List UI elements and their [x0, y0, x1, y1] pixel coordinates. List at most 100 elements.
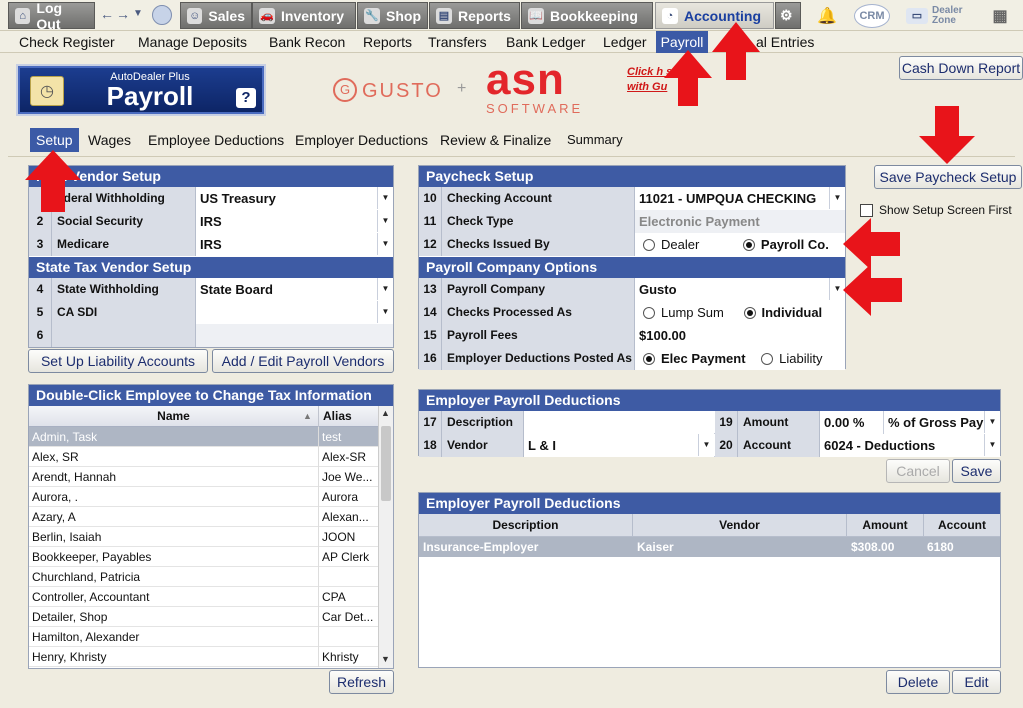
- payroll-vendors-button[interactable]: Add / Edit Payroll Vendors: [212, 349, 394, 373]
- save-paycheck-setup-button[interactable]: Save Paycheck Setup: [874, 165, 1022, 189]
- deduction-basis-select[interactable]: % of Gross Pay ▼: [884, 411, 1000, 434]
- nav-bookkeeping[interactable]: 📖 Bookkeeping: [521, 2, 653, 29]
- payroll-fees-input[interactable]: $100.00: [635, 324, 845, 347]
- submenu-manage-deposits[interactable]: Manage Deposits: [134, 31, 251, 53]
- liability-accounts-button[interactable]: Set Up Liability Accounts: [28, 349, 208, 373]
- column-amount[interactable]: Amount: [847, 514, 924, 537]
- refresh-button[interactable]: Refresh: [329, 670, 394, 694]
- submenu-bank-recon[interactable]: Bank Recon: [265, 31, 349, 53]
- help-icon[interactable]: ?: [236, 88, 256, 108]
- delete-button[interactable]: Delete: [886, 670, 950, 694]
- tab-wages[interactable]: Wages: [82, 128, 137, 152]
- tax-vendor-panel: l Tax Vendor Setup ederal Withholding US…: [28, 165, 394, 348]
- dropdown-arrow-icon[interactable]: ▼: [377, 210, 393, 232]
- submenu-reports[interactable]: Reports: [359, 31, 416, 53]
- forward-arrow-icon[interactable]: →: [116, 6, 130, 22]
- individual-radio[interactable]: Individual: [743, 305, 822, 320]
- elec-payment-radio[interactable]: Elec Payment: [643, 351, 746, 366]
- dropdown-arrow-icon[interactable]: ▼: [984, 411, 1000, 433]
- scroll-up-icon[interactable]: ▲: [381, 408, 390, 418]
- table-row[interactable]: Bookkeeper, Payables AP Clerk: [29, 547, 378, 567]
- tab-summary[interactable]: Summary: [561, 128, 629, 152]
- scrollbar-thumb[interactable]: [381, 426, 391, 501]
- payroll-company-select[interactable]: Gusto ▼: [635, 278, 845, 301]
- dropdown-arrow-icon[interactable]: ▼: [698, 434, 714, 456]
- app-logo-title: Payroll: [106, 81, 194, 111]
- tab-employee-deductions[interactable]: Employee Deductions: [142, 128, 290, 152]
- dropdown-arrow-icon[interactable]: ▼: [829, 187, 845, 209]
- deduction-account-select[interactable]: 6024 - Deductions ▼: [820, 434, 1000, 457]
- settings-gear-icon[interactable]: ⚙: [775, 2, 801, 29]
- employee-list[interactable]: Double-Click Employee to Change Tax Info…: [28, 384, 394, 669]
- liability-radio[interactable]: Liability: [761, 351, 823, 366]
- cancel-button[interactable]: Cancel: [886, 459, 950, 483]
- state-withholding-select[interactable]: State Board ▼: [196, 278, 393, 301]
- nav-reports[interactable]: ▤ Reports: [429, 2, 520, 29]
- gusto-signup-link[interactable]: Click h sig with Gu: [627, 65, 682, 95]
- table-row[interactable]: Azary, A Alexan...: [29, 507, 378, 527]
- table-row[interactable]: Controller, Accountant CPA: [29, 587, 378, 607]
- table-row[interactable]: Berlin, Isaiah JOON: [29, 527, 378, 547]
- dealer-zone-link[interactable]: ▭ Dealer Zone: [906, 4, 974, 28]
- table-row[interactable]: Arendt, Hannah Joe We...: [29, 467, 378, 487]
- tab-review-finalize[interactable]: Review & Finalize: [434, 128, 557, 152]
- column-account[interactable]: Account: [924, 514, 1000, 537]
- employee-list-scrollbar[interactable]: ▲ ▼: [378, 406, 393, 668]
- checking-account-select[interactable]: 11021 - UMPQUA CHECKING ▼: [635, 187, 845, 210]
- submenu-payroll[interactable]: Payroll: [656, 31, 708, 53]
- table-row[interactable]: Aurora, . Aurora: [29, 487, 378, 507]
- deduction-description-input[interactable]: [524, 411, 714, 434]
- submenu-transfers[interactable]: Transfers: [424, 31, 491, 53]
- back-arrow-icon[interactable]: ←: [100, 6, 114, 22]
- table-row[interactable]: Henry, Khristy Khristy: [29, 647, 378, 667]
- user-avatar-icon[interactable]: [152, 5, 172, 25]
- table-row[interactable]: Hamilton, Alexander: [29, 627, 378, 647]
- submenu-check-register[interactable]: Check Register: [15, 31, 119, 53]
- payroll-co-radio[interactable]: Payroll Co.: [742, 237, 829, 252]
- save-button[interactable]: Save: [952, 459, 1001, 483]
- deduction-vendor-select[interactable]: L & I ▼: [524, 434, 714, 457]
- ca-sdi-select[interactable]: ▼: [196, 301, 393, 324]
- column-alias[interactable]: Alias: [318, 406, 378, 427]
- table-row[interactable]: Alex, SR Alex-SR: [29, 447, 378, 467]
- report-icon: ▤: [436, 7, 452, 24]
- calculator-icon[interactable]: ▦: [990, 4, 1010, 28]
- notification-bell-icon[interactable]: 🔔: [816, 4, 838, 28]
- dropdown-arrow-icon[interactable]: ▼: [377, 301, 393, 323]
- logout-button[interactable]: ⌂ Log Out: [8, 0, 95, 32]
- dropdown-arrow-icon[interactable]: ▼: [377, 278, 393, 300]
- table-row[interactable]: Insurance-Employer Kaiser $308.00 6180: [419, 537, 1000, 557]
- nav-sales[interactable]: ☺ Sales: [180, 2, 252, 29]
- medicare-select[interactable]: IRS ▼: [196, 233, 393, 256]
- column-description[interactable]: Description: [419, 514, 633, 537]
- deduction-amount-input[interactable]: 0.00 %: [820, 411, 884, 434]
- scroll-down-icon[interactable]: ▼: [381, 654, 390, 664]
- table-row[interactable]: Detailer, Shop Car Det...: [29, 607, 378, 627]
- dropdown-arrow-icon[interactable]: ▼: [377, 233, 393, 255]
- table-row[interactable]: Churchland, Patricia: [29, 567, 378, 587]
- column-name[interactable]: Name: [29, 406, 318, 427]
- nav-shop[interactable]: 🔧 Shop: [357, 2, 428, 29]
- crm-icon[interactable]: CRM: [854, 4, 890, 28]
- tab-setup[interactable]: Setup: [30, 128, 79, 152]
- edit-button[interactable]: Edit: [952, 670, 1001, 694]
- dealer-radio[interactable]: Dealer: [643, 237, 699, 252]
- dropdown-arrow-icon[interactable]: ▼: [377, 187, 393, 209]
- tab-employer-deductions[interactable]: Employer Deductions: [289, 128, 434, 152]
- history-dropdown-icon[interactable]: ▼: [133, 8, 143, 19]
- federal-withholding-select[interactable]: US Treasury ▼: [196, 187, 393, 210]
- show-setup-first-checkbox[interactable]: Show Setup Screen First: [860, 203, 1012, 217]
- submenu-ledger[interactable]: Ledger: [599, 31, 651, 53]
- submenu-journal-entries[interactable]: al Entries: [752, 31, 818, 53]
- checkbox-icon[interactable]: [860, 203, 873, 217]
- nav-inventory[interactable]: 🚗 Inventory: [252, 2, 356, 29]
- social-security-select[interactable]: IRS ▼: [196, 210, 393, 233]
- table-row[interactable]: Admin, Task test: [29, 427, 378, 447]
- dropdown-arrow-icon[interactable]: ▼: [829, 278, 845, 300]
- nav-accounting[interactable]: ◔ Accounting: [655, 2, 774, 29]
- submenu-bank-ledger[interactable]: Bank Ledger: [502, 31, 589, 53]
- lump-sum-radio[interactable]: Lump Sum: [643, 305, 724, 320]
- cash-down-report-button[interactable]: Cash Down Report: [899, 56, 1023, 80]
- dropdown-arrow-icon[interactable]: ▼: [984, 434, 1000, 456]
- column-vendor[interactable]: Vendor: [633, 514, 847, 537]
